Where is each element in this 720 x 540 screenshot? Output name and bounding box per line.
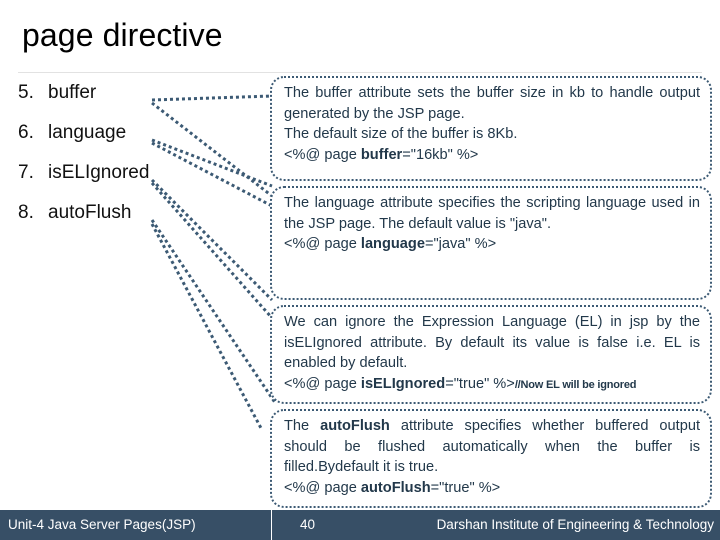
- list-item-label: isELIgnored: [48, 162, 150, 183]
- code-prefix: <%@ page: [284, 146, 361, 163]
- list-item-number: 7.: [18, 162, 34, 183]
- callout-buffer: The buffer attribute sets the buffer siz…: [270, 76, 712, 181]
- list-item: 6. language: [14, 122, 264, 162]
- footer-page-number: 40: [300, 517, 316, 532]
- code-comment: //Now EL will be ignored: [514, 378, 637, 391]
- callout-autoflush: The autoFlush attribute specifies whethe…: [270, 409, 712, 508]
- code-prefix: <%@ page: [284, 375, 361, 392]
- callout-language-code: <%@ page language="java" %>: [284, 234, 700, 255]
- code-attribute: isELIgnored: [360, 375, 446, 392]
- list-item-label: buffer: [48, 82, 97, 103]
- page-title: page directive: [22, 17, 223, 53]
- list-item: 8. autoFlush: [14, 202, 264, 242]
- callout-autoflush-code: <%@ page autoFlush="true" %>: [284, 478, 700, 499]
- attribute-list: 5. buffer 6. language 7. isELIgnored 8. …: [14, 82, 264, 242]
- list-item-number: 6.: [18, 122, 34, 143]
- list-item: 5. buffer: [14, 82, 264, 122]
- code-attribute: language: [360, 236, 425, 252]
- list-item-label: language: [48, 122, 127, 143]
- list-item-number: 8.: [18, 202, 34, 223]
- callout-buffer-line2: The default size of the buffer is 8Kb.: [284, 126, 518, 142]
- code-suffix: ="true" %>: [445, 375, 515, 392]
- footer-bar: Unit-4 Java Server Pages(JSP) 40 Darshan…: [0, 510, 720, 540]
- callout-language-line1: The language attribute specifies the scr…: [284, 195, 700, 232]
- list-item: 7. isELIgnored: [14, 162, 264, 202]
- callout-iselignored-code: <%@ page isELIgnored="true" %>//Now EL w…: [284, 374, 700, 396]
- title-divider: [18, 72, 702, 73]
- callout-language: The language attribute specifies the scr…: [270, 186, 712, 300]
- footer-institute-label: Darshan Institute of Engineering & Techn…: [436, 517, 714, 532]
- callout-autoflush-line1: The autoFlush attribute specifies whethe…: [284, 416, 700, 478]
- callout-iselignored: We can ignore the Expression Language (E…: [270, 305, 712, 404]
- code-prefix: <%@ page: [284, 479, 361, 496]
- code-suffix: ="java" %>: [424, 236, 497, 252]
- code-attribute: buffer: [360, 146, 403, 163]
- code-attribute: autoFlush: [360, 479, 431, 496]
- callout-buffer-line1: The buffer attribute sets the buffer siz…: [284, 85, 700, 122]
- callout-iselignored-line1: We can ignore the Expression Language (E…: [284, 314, 700, 371]
- code-suffix: ="true" %>: [430, 479, 501, 496]
- footer-divider: [271, 510, 272, 540]
- callout-autoflush-prefix: The: [284, 418, 321, 434]
- footer-unit-label: Unit-4 Java Server Pages(JSP): [8, 517, 196, 532]
- callout-buffer-code: <%@ page buffer="16kb" %>: [284, 145, 700, 166]
- code-prefix: <%@ page: [284, 236, 361, 252]
- list-item-number: 5.: [18, 82, 34, 103]
- callout-autoflush-attribute: autoFlush: [320, 418, 390, 434]
- code-suffix: ="16kb" %>: [402, 146, 479, 163]
- list-item-label: autoFlush: [48, 202, 132, 223]
